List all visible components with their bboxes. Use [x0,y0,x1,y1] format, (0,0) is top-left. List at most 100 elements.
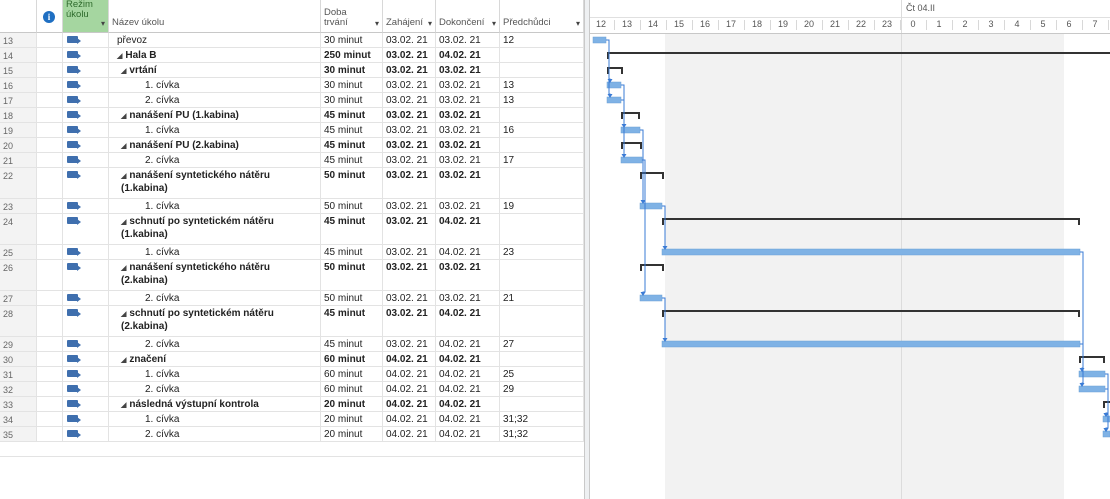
task-name-cell[interactable]: 1. cívka [109,199,321,213]
duration-cell[interactable]: 60 minut [321,367,383,381]
table-row[interactable]: 21 2. cívka 45 minut 03.02. 21 03.02. 21 17 [0,153,584,168]
table-row[interactable]: 24 ◢ schnutí po syntetickém nátěru (1.kabi… [0,214,584,245]
finish-cell[interactable]: 04.02. 21 [436,427,500,441]
table-row[interactable]: 23 1. cívka 50 minut 03.02. 21 03.02. 21 19 [0,199,584,214]
mode-cell[interactable] [63,153,109,167]
row-number[interactable]: 27 [0,291,37,305]
finish-cell[interactable]: 04.02. 21 [436,245,500,259]
finish-cell[interactable]: 04.02. 21 [436,367,500,381]
duration-dropdown-icon[interactable]: ▾ [375,19,379,28]
table-row[interactable]: 27 2. cívka 50 minut 03.02. 21 03.02. 21 21 [0,291,584,306]
start-cell[interactable]: 03.02. 21 [383,245,436,259]
task-name-cell[interactable]: 1. cívka [109,78,321,92]
predecessors-cell[interactable]: 16 [500,123,584,137]
duration-cell[interactable]: 50 minut [321,168,383,198]
start-cell[interactable]: 03.02. 21 [383,168,436,198]
name-column-header[interactable]: Název úkolu [109,0,321,33]
finish-dropdown-icon[interactable]: ▾ [492,19,496,28]
row-number[interactable]: 33 [0,397,37,411]
predecessors-column-header[interactable]: Předchůdci ▾ [500,0,584,33]
start-dropdown-icon[interactable]: ▾ [428,19,432,28]
table-row[interactable]: 19 1. cívka 45 minut 03.02. 21 03.02. 21 16 [0,123,584,138]
predecessors-cell[interactable] [500,306,584,336]
task-name-cell[interactable]: 2. cívka [109,291,321,305]
predecessors-cell[interactable] [500,138,584,152]
row-number[interactable]: 19 [0,123,37,137]
start-cell[interactable]: 04.02. 21 [383,412,436,426]
mode-cell[interactable] [63,33,109,47]
duration-cell[interactable]: 50 minut [321,260,383,290]
duration-cell[interactable]: 45 minut [321,337,383,351]
table-row[interactable]: 34 1. cívka 20 minut 04.02. 21 04.02. 21 31;3… [0,412,584,427]
info-column-header[interactable]: i [37,0,63,33]
collapse-triangle-icon[interactable]: ◢ [121,311,126,318]
task-name-cell[interactable]: ◢ schnutí po syntetickém nátěru (2.kabina… [109,306,289,336]
collapse-triangle-icon[interactable]: ◢ [121,402,126,409]
duration-cell[interactable]: 60 minut [321,382,383,396]
duration-cell[interactable]: 20 minut [321,397,383,411]
mode-cell[interactable] [63,199,109,213]
task-name-cell[interactable]: 2. cívka [109,382,321,396]
collapse-triangle-icon[interactable]: ◢ [121,357,126,364]
duration-cell[interactable]: 20 minut [321,427,383,441]
row-number[interactable]: 26 [0,260,37,290]
task-name-cell[interactable]: 2. cívka [109,153,321,167]
table-row[interactable]: 32 2. cívka 60 minut 04.02. 21 04.02. 21 29 [0,382,584,397]
duration-cell[interactable]: 45 minut [321,108,383,122]
task-name-cell[interactable]: 1. cívka [109,412,321,426]
row-number[interactable]: 15 [0,63,37,77]
predecessors-cell[interactable]: 13 [500,78,584,92]
task-name-cell[interactable]: ◢ nanášení PU (2.kabina) [109,138,321,152]
collapse-triangle-icon[interactable]: ◢ [121,265,126,272]
predecessors-cell[interactable] [500,48,584,62]
task-name-cell[interactable]: 1. cívka [109,123,321,137]
collapse-triangle-icon[interactable]: ◢ [121,68,126,75]
mode-cell[interactable] [63,382,109,396]
mode-cell[interactable] [63,291,109,305]
start-cell[interactable]: 04.02. 21 [383,382,436,396]
table-row[interactable]: 31 1. cívka 60 minut 04.02. 21 04.02. 21 25 [0,367,584,382]
mode-cell[interactable] [63,260,109,290]
predecessors-cell[interactable]: 17 [500,153,584,167]
collapse-triangle-icon[interactable]: ◢ [121,173,126,180]
collapse-triangle-icon[interactable]: ◢ [117,53,122,60]
mode-cell[interactable] [63,63,109,77]
row-number[interactable]: 29 [0,337,37,351]
finish-cell[interactable]: 03.02. 21 [436,138,500,152]
start-cell[interactable]: 03.02. 21 [383,306,436,336]
table-row[interactable]: 28 ◢ schnutí po syntetickém nátěru (2.kabi… [0,306,584,337]
duration-cell[interactable]: 30 minut [321,63,383,77]
finish-cell[interactable]: 03.02. 21 [436,291,500,305]
predecessors-cell[interactable] [500,108,584,122]
task-name-cell[interactable]: 2. cívka [109,337,321,351]
start-cell[interactable]: 03.02. 21 [383,108,436,122]
mode-cell[interactable] [63,78,109,92]
finish-cell[interactable]: 03.02. 21 [436,78,500,92]
predecessors-cell[interactable] [500,397,584,411]
table-row[interactable]: 20 ◢ nanášení PU (2.kabina) 45 minut 03.02. … [0,138,584,153]
mode-cell[interactable] [63,48,109,62]
duration-cell[interactable]: 45 minut [321,138,383,152]
mode-cell[interactable] [63,93,109,107]
start-cell[interactable]: 03.02. 21 [383,337,436,351]
start-cell[interactable]: 03.02. 21 [383,123,436,137]
row-number[interactable]: 13 [0,33,37,47]
duration-cell[interactable]: 45 minut [321,245,383,259]
start-cell[interactable]: 04.02. 21 [383,397,436,411]
table-row[interactable]: 25 1. cívka 45 minut 03.02. 21 04.02. 21 23 [0,245,584,260]
duration-cell[interactable]: 60 minut [321,352,383,366]
task-name-cell[interactable]: převoz [109,33,321,47]
task-name-cell[interactable]: ◢ nanášení PU (1.kabina) [109,108,321,122]
task-name-cell[interactable]: ◢ nanášení syntetického nátěru (1.kabina) [109,168,289,198]
duration-cell[interactable]: 50 minut [321,199,383,213]
table-row[interactable]: 26 ◢ nanášení syntetického nátěru (2.kabin… [0,260,584,291]
predecessors-cell[interactable] [500,63,584,77]
predecessors-cell[interactable]: 25 [500,367,584,381]
predecessors-cell[interactable]: 21 [500,291,584,305]
task-name-cell[interactable]: ◢ následná výstupní kontrola [109,397,321,411]
row-number[interactable]: 24 [0,214,37,244]
predecessors-cell[interactable]: 19 [500,199,584,213]
mode-cell[interactable] [63,397,109,411]
finish-cell[interactable]: 03.02. 21 [436,33,500,47]
start-cell[interactable]: 03.02. 21 [383,199,436,213]
